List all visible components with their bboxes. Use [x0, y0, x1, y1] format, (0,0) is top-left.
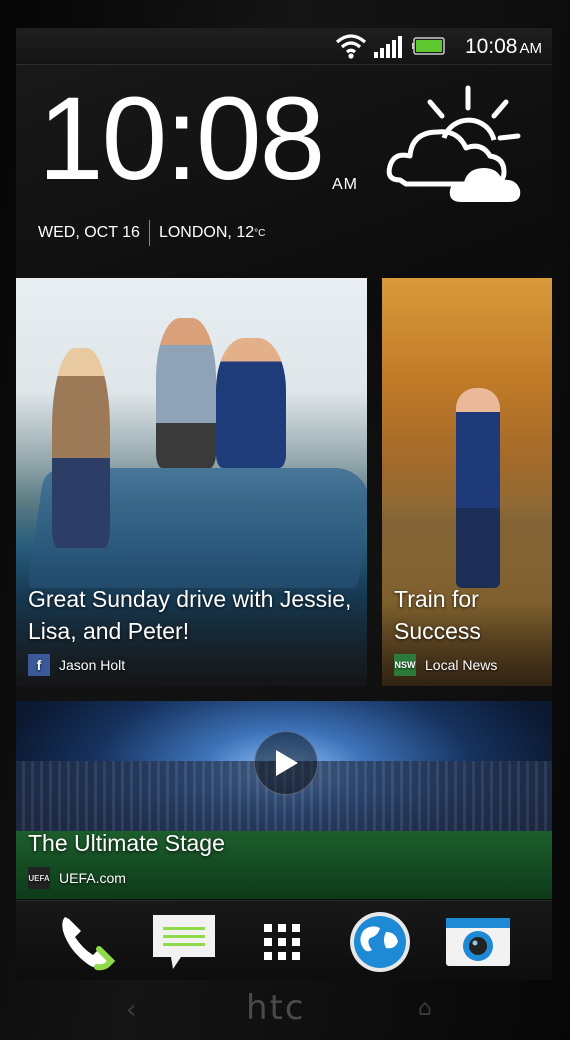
feed-title: Great Sunday drive with Jessie, Lisa, an… [28, 586, 352, 644]
play-icon [276, 750, 298, 776]
phone-app-button[interactable] [52, 909, 120, 975]
feed-source[interactable]: UEFA UEFA.com [28, 867, 126, 889]
feed-tile-video[interactable]: The Ultimate Stage UEFA UEFA.com [16, 701, 552, 899]
photo-person [52, 348, 110, 548]
date-location-line: WED, OCT 16 LONDON, 12 °C [38, 220, 265, 246]
camera-app-button[interactable] [444, 909, 512, 975]
date-label: WED, OCT 16 [38, 224, 140, 241]
back-key-icon[interactable]: ‹ [126, 995, 136, 1025]
feed-source-label: Jason Holt [59, 657, 126, 673]
local-news-icon: NSW [394, 654, 416, 676]
runner-photo-element [456, 388, 500, 588]
phone-icon [62, 917, 116, 971]
app-grid-icon [264, 924, 300, 960]
clock-widget[interactable]: 10:08 [38, 80, 325, 198]
feed-source-label: Local News [425, 657, 498, 673]
browser-app-button[interactable] [346, 909, 414, 975]
wifi-icon [335, 34, 367, 59]
partly-cloudy-icon[interactable] [382, 80, 532, 210]
status-bar: 10:08 AM [16, 28, 552, 65]
message-icon [153, 915, 215, 969]
status-ampm: AM [519, 40, 543, 57]
messages-app-button[interactable] [150, 909, 218, 975]
app-drawer-button[interactable] [248, 909, 316, 975]
feed-source-label: UEFA.com [59, 870, 126, 886]
feed-tile-social[interactable]: Great Sunday drive with Jessie, Lisa, an… [16, 278, 367, 686]
clock-ampm: AM [332, 176, 358, 193]
temperature-unit: °C [254, 227, 266, 239]
facebook-icon: f [28, 654, 50, 676]
temperature-value: 12 [236, 224, 255, 241]
battery-icon [412, 37, 445, 55]
photo-person [156, 318, 216, 468]
navigation-bar: ‹ htc ⌂ [0, 980, 570, 1040]
feed-source[interactable]: f Jason Holt [28, 654, 125, 676]
home-key-icon[interactable]: ⌂ [418, 996, 432, 1021]
uefa-icon: UEFA [28, 867, 50, 889]
app-dock [16, 900, 552, 980]
photo-person [216, 338, 286, 468]
home-screen: 10:08 AM 10:08 AM WED, OCT 16 LONDON, 12 °… [16, 28, 552, 980]
feed-title: Train for Success [394, 586, 481, 644]
feed-title: The Ultimate Stage [28, 830, 225, 856]
status-time-value: 10:08 [464, 35, 518, 58]
feed-source[interactable]: NSW Local News [394, 654, 497, 676]
camera-icon [446, 918, 510, 966]
signal-icon [374, 36, 402, 58]
status-clock: 10:08 AM [465, 35, 542, 59]
location-label: LONDON, [158, 224, 232, 241]
feed-tile-news[interactable]: Train for Success NSW Local News [382, 278, 552, 686]
brand-logo: htc [246, 988, 306, 1028]
date-separator [148, 220, 150, 246]
globe-icon [350, 912, 410, 972]
play-button[interactable] [254, 731, 318, 795]
